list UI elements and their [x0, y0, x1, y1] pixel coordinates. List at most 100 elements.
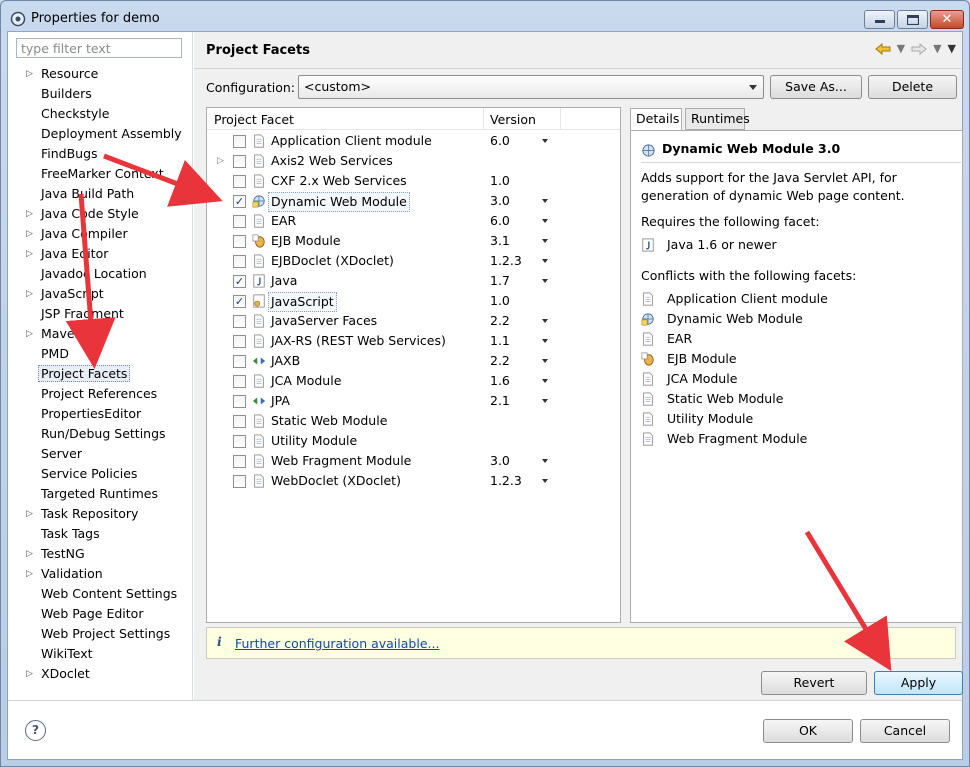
facet-checkbox[interactable]: [233, 315, 246, 328]
facet-version[interactable]: 1.6: [490, 371, 510, 391]
tree-item-testng[interactable]: ▷ TestNG: [8, 544, 193, 564]
facet-row[interactable]: ✓ Dynamic Web Module 3.0: [207, 191, 620, 212]
version-dropdown-icon[interactable]: [542, 359, 548, 363]
tree-item-run-debug-settings[interactable]: Run/Debug Settings: [8, 424, 193, 444]
ok-button[interactable]: OK: [763, 719, 853, 743]
cancel-button[interactable]: Cancel: [860, 719, 950, 743]
expand-arrow-icon[interactable]: ▷: [26, 564, 33, 584]
facet-checkbox[interactable]: [233, 175, 246, 188]
facet-row[interactable]: ✓ Java 1.7: [207, 271, 620, 291]
facet-version[interactable]: 1.7: [490, 271, 510, 291]
tree-item-task-tags[interactable]: Task Tags: [8, 524, 193, 544]
tree-item-web-content-settings[interactable]: Web Content Settings: [8, 584, 193, 604]
tree-item-task-repository[interactable]: ▷ Task Repository: [8, 504, 193, 524]
save-as-button[interactable]: Save As...: [770, 75, 862, 99]
facet-checkbox[interactable]: [233, 355, 246, 368]
facet-checkbox[interactable]: [233, 215, 246, 228]
tree-item-checkstyle[interactable]: Checkstyle: [8, 104, 193, 124]
facet-checkbox[interactable]: [233, 235, 246, 248]
facet-checkbox[interactable]: ✓: [233, 295, 246, 308]
back-arrow-icon[interactable]: [874, 42, 891, 55]
version-dropdown-icon[interactable]: [542, 339, 548, 343]
expand-arrow-icon[interactable]: ▷: [217, 151, 224, 171]
facet-row[interactable]: CXF 2.x Web Services 1.0: [207, 171, 620, 191]
expand-arrow-icon[interactable]: ▷: [26, 244, 33, 264]
version-dropdown-icon[interactable]: [542, 399, 548, 403]
version-dropdown-icon[interactable]: [542, 379, 548, 383]
facet-checkbox[interactable]: [233, 335, 246, 348]
expand-arrow-icon[interactable]: ▷: [26, 284, 33, 304]
close-button[interactable]: ✕: [930, 10, 964, 29]
tree-item-server[interactable]: Server: [8, 444, 193, 464]
tree-item-javadoc-location[interactable]: Javadoc Location: [8, 264, 193, 284]
facet-row[interactable]: EJBDoclet (XDoclet) 1.2.3: [207, 251, 620, 271]
version-dropdown-icon[interactable]: [542, 239, 548, 243]
expand-arrow-icon[interactable]: ▷: [26, 324, 33, 344]
back-dropdown-icon[interactable]: ▼: [897, 42, 905, 55]
apply-button[interactable]: Apply: [874, 671, 963, 695]
tab-details[interactable]: Details: [630, 108, 682, 131]
tree-item-jsp-fragment[interactable]: JSP Fragment: [8, 304, 193, 324]
facet-version[interactable]: 2.2: [490, 311, 510, 331]
facet-checkbox[interactable]: ✓: [233, 275, 246, 288]
facet-row[interactable]: JCA Module 1.6: [207, 371, 620, 391]
facet-row[interactable]: EAR 6.0: [207, 211, 620, 231]
facet-row[interactable]: EJB Module 3.1: [207, 231, 620, 251]
tree-item-project-references[interactable]: Project References: [8, 384, 193, 404]
facet-row[interactable]: Application Client module 6.0: [207, 131, 620, 151]
version-dropdown-icon[interactable]: [542, 319, 548, 323]
version-dropdown-icon[interactable]: [542, 479, 548, 483]
facet-checkbox[interactable]: [233, 455, 246, 468]
version-dropdown-icon[interactable]: [542, 139, 548, 143]
forward-dropdown-icon[interactable]: ▼: [933, 42, 941, 55]
facet-checkbox[interactable]: [233, 155, 246, 168]
column-header-version[interactable]: Version: [490, 112, 536, 127]
tree-item-java-compiler[interactable]: ▷ Java Compiler: [8, 224, 193, 244]
facet-version[interactable]: 1.1: [490, 331, 510, 351]
tree-item-xdoclet[interactable]: ▷ XDoclet: [8, 664, 193, 684]
forward-arrow-icon[interactable]: [911, 42, 927, 55]
column-header-facet[interactable]: Project Facet: [214, 112, 294, 127]
facet-row[interactable]: JAXB 2.2: [207, 351, 620, 371]
expand-arrow-icon[interactable]: ▷: [26, 664, 33, 684]
tab-runtimes[interactable]: Runtimes: [685, 108, 750, 130]
facet-row[interactable]: Web Fragment Module 3.0: [207, 451, 620, 471]
view-menu-icon[interactable]: ▼: [948, 42, 956, 55]
facet-row[interactable]: ✓ JavaScript 1.0: [207, 291, 620, 312]
facet-row[interactable]: WebDoclet (XDoclet) 1.2.3: [207, 471, 620, 491]
facet-checkbox[interactable]: ✓: [233, 195, 246, 208]
facet-version[interactable]: 2.2: [490, 351, 510, 371]
tree-item-java-build-path[interactable]: Java Build Path: [8, 184, 193, 204]
minimize-button[interactable]: [864, 10, 895, 29]
version-dropdown-icon[interactable]: [542, 199, 548, 203]
tree-item-web-project-settings[interactable]: Web Project Settings: [8, 624, 193, 644]
maximize-button[interactable]: [897, 10, 928, 29]
tree-item-deployment-assembly[interactable]: Deployment Assembly: [8, 124, 193, 144]
facet-row[interactable]: ▷ Axis2 Web Services: [207, 151, 620, 171]
revert-button[interactable]: Revert: [761, 671, 867, 695]
version-dropdown-icon[interactable]: [542, 259, 548, 263]
tree-item-java-code-style[interactable]: ▷ Java Code Style: [8, 204, 193, 224]
facet-checkbox[interactable]: [233, 375, 246, 388]
facet-row[interactable]: JPA 2.1: [207, 391, 620, 411]
facet-checkbox[interactable]: [233, 255, 246, 268]
tree-item-maven[interactable]: ▷ Maven: [8, 324, 193, 344]
facet-checkbox[interactable]: [233, 475, 246, 488]
facet-checkbox[interactable]: [233, 395, 246, 408]
facet-version[interactable]: 2.1: [490, 391, 510, 411]
version-dropdown-icon[interactable]: [542, 279, 548, 283]
facet-checkbox[interactable]: [233, 435, 246, 448]
tree-item-pmd[interactable]: PMD: [8, 344, 193, 364]
tree-item-javascript[interactable]: ▷ JavaScript: [8, 284, 193, 304]
facet-version[interactable]: 3.0: [490, 451, 510, 471]
facet-row[interactable]: JAX-RS (REST Web Services) 1.1: [207, 331, 620, 351]
facet-row[interactable]: Utility Module: [207, 431, 620, 451]
tree-item-builders[interactable]: Builders: [8, 84, 193, 104]
facet-version[interactable]: 1.2.3: [490, 251, 522, 271]
tree-item-wikitext[interactable]: WikiText: [8, 644, 193, 664]
help-button[interactable]: ?: [25, 720, 46, 741]
tree-item-findbugs[interactable]: FindBugs: [8, 144, 193, 164]
tree-item-resource[interactable]: ▷ Resource: [8, 64, 193, 84]
tree-item-java-editor[interactable]: ▷ Java Editor: [8, 244, 193, 264]
facet-row[interactable]: JavaServer Faces 2.2: [207, 311, 620, 331]
